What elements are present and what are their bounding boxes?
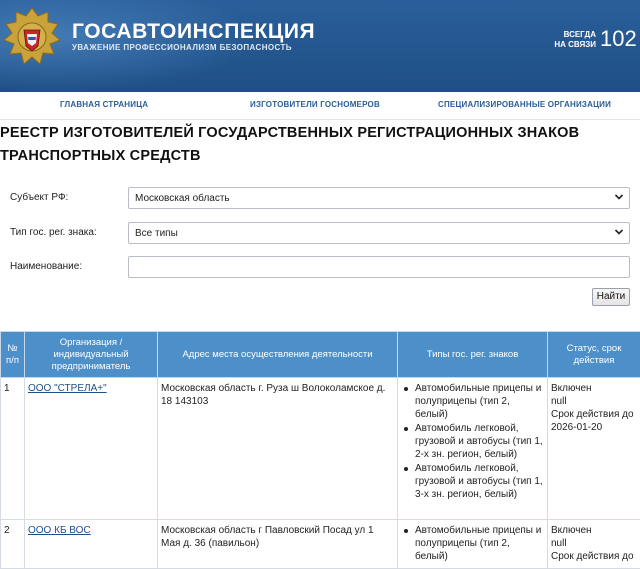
plate-type-list: Автомобильные прицепы и полуприцепы (тип… <box>401 382 544 501</box>
row-address: Московская область г Павловский Посад ул… <box>157 519 398 569</box>
col-header-plate-types: Типы гос. рег. знаков <box>397 331 548 378</box>
status-state: Включен <box>551 383 592 394</box>
always-line-2: НА СВЯЗИ <box>554 40 596 49</box>
status-state: Включен <box>551 525 592 536</box>
region-select[interactable]: Московская область <box>128 187 630 209</box>
site-header: ГОСАВТОИНСПЕКЦИЯ УВАЖЕНИЕ ПРОФЕССИОНАЛИЗ… <box>0 0 640 92</box>
col-header-organization: Организация / индивидуальный предпринима… <box>24 331 158 378</box>
row-status: Включен null Срок действия до 2026-01-20 <box>547 377 640 520</box>
page-title-line-1: РЕЕСТР ИЗГОТОВИТЕЛЕЙ ГОСУДАРСТВЕННЫХ РЕГ… <box>0 125 580 141</box>
search-button[interactable]: Найти <box>592 288 630 306</box>
organization-link[interactable]: ООО КБ ВОС <box>28 525 91 536</box>
row-plate-types: Автомобильные прицепы и полуприцепы (тип… <box>397 377 548 520</box>
plate-type-item: Автомобиль легковой, грузовой и автобусы… <box>404 463 543 500</box>
table-row: 2 ООО КБ ВОС Московская область г Павлов… <box>0 519 640 569</box>
plate-type-item: Автомобиль легковой, грузовой и автобусы… <box>404 423 543 460</box>
main-nav: ГЛАВНАЯ СТРАНИЦА ИЗГОТОВИТЕЛИ ГОСНОМЕРОВ… <box>0 92 640 120</box>
always-available-label: ВСЕГДА НА СВЯЗИ <box>552 30 596 50</box>
col-header-num: № п/п <box>0 331 25 378</box>
row-num: 1 <box>0 377 25 520</box>
row-plate-types: Автомобильные прицепы и полуприцепы (тип… <box>397 519 548 569</box>
plate-type-item: Автомобильные прицепы и полуприцепы (тип… <box>404 524 544 563</box>
name-label: Наименование: <box>10 261 83 272</box>
row-num: 2 <box>0 519 25 569</box>
row-status: Включен null Срок действия до <box>547 519 640 569</box>
plate-type-row: Тип гос. рег. знака: Все типы <box>10 222 630 244</box>
col-header-status: Статус, срок действия <box>547 331 640 378</box>
site-tagline: УВАЖЕНИЕ ПРОФЕССИОНАЛИЗМ БЕЗОПАСНОСТЬ <box>72 43 292 52</box>
status-note: null <box>551 538 567 549</box>
row-address: Московская область г. Руза ш Волоколамск… <box>157 377 398 520</box>
table-row: 1 ООО "СТРЕЛА+" Московская область г. Ру… <box>0 377 640 520</box>
page-title: РЕЕСТР ИЗГОТОВИТЕЛЕЙ ГОСУДАРСТВЕННЫХ РЕГ… <box>0 122 600 168</box>
page-title-line-2: ТРАНСПОРТНЫХ СРЕДСТВ <box>0 148 201 164</box>
status-note: null <box>551 396 567 407</box>
table-header-row: № п/п Организация / индивидуальный предп… <box>0 331 640 378</box>
site-title: ГОСАВТОИНСПЕКЦИЯ <box>72 20 316 43</box>
status-validity: Срок действия до 2026-01-20 <box>551 409 634 433</box>
region-row: Субъект РФ: Московская область <box>10 187 630 209</box>
plate-type-list: Автомобильные прицепы и полуприцепы (тип… <box>401 524 544 563</box>
plate-type-item: Автомобильные прицепы и полуприцепы (тип… <box>404 382 544 421</box>
region-select-value: Московская область <box>135 193 230 204</box>
plate-type-label: Тип гос. рег. знака: <box>10 227 97 238</box>
emergency-phone[interactable]: 102 <box>600 26 637 52</box>
chevron-down-icon <box>614 194 624 200</box>
col-header-address: Адрес места осуществления деятельности <box>157 331 398 378</box>
status-validity: Срок действия до <box>551 551 634 562</box>
traffic-police-emblem-icon[interactable] <box>2 6 62 70</box>
name-input[interactable] <box>128 256 630 278</box>
chevron-down-icon <box>614 229 624 235</box>
nav-item-home[interactable]: ГЛАВНАЯ СТРАНИЦА <box>60 100 148 109</box>
always-line-1: ВСЕГДА <box>563 30 596 39</box>
name-row: Наименование: <box>10 256 630 278</box>
row-organization: ООО "СТРЕЛА+" <box>24 377 158 520</box>
nav-item-specialized-organizations[interactable]: СПЕЦИАЛИЗИРОВАННЫЕ ОРГАНИЗАЦИИ <box>438 100 611 109</box>
row-organization: ООО КБ ВОС <box>24 519 158 569</box>
nav-item-plate-manufacturers[interactable]: ИЗГОТОВИТЕЛИ ГОСНОМЕРОВ <box>250 100 380 109</box>
registry-table: № п/п Организация / индивидуальный предп… <box>0 331 640 569</box>
plate-type-select-value: Все типы <box>135 228 178 239</box>
plate-type-select[interactable]: Все типы <box>128 222 630 244</box>
organization-link[interactable]: ООО "СТРЕЛА+" <box>28 383 107 394</box>
region-label: Субъект РФ: <box>10 192 69 203</box>
